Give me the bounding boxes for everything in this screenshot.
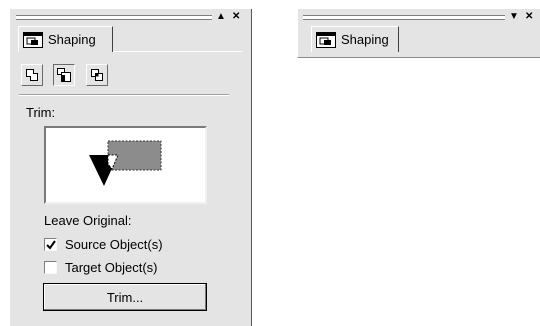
weld-button[interactable]	[21, 64, 43, 86]
docker-drag-handle[interactable]	[303, 15, 505, 20]
trim-preview-graphic	[89, 140, 162, 186]
shaping-docker-icon	[316, 31, 336, 48]
shaping-docker-collapsed: ▼ ✕ Shaping	[297, 9, 540, 58]
shaping-docker-expanded: ▲ ✕ Shaping Trim: Leave Original: Source…	[9, 9, 252, 326]
docker-drag-handle[interactable]	[16, 15, 212, 20]
checkmark-icon	[46, 240, 56, 250]
separator-line	[19, 94, 229, 96]
trim-apply-button[interactable]: Trim...	[43, 283, 207, 311]
intersect-button[interactable]	[86, 64, 108, 86]
source-objects-checkbox[interactable]	[44, 238, 57, 251]
section-label: Trim:	[26, 105, 56, 120]
tab-shaping[interactable]: Shaping	[311, 26, 399, 52]
screenshot-stage: ▲ ✕ Shaping Trim: Leave Original: Source…	[0, 0, 540, 326]
target-objects-checkbox[interactable]	[44, 261, 57, 274]
tab-label: Shaping	[341, 32, 389, 47]
expand-arrow-icon[interactable]: ▼	[509, 12, 519, 22]
trim-icon	[57, 68, 71, 82]
intersect-icon	[91, 69, 103, 81]
tab-label: Shaping	[48, 32, 96, 47]
collapse-arrow-icon[interactable]: ▲	[216, 12, 226, 22]
shaping-docker-icon	[23, 31, 43, 48]
leave-original-label: Leave Original:	[44, 213, 132, 228]
trim-preview	[44, 126, 207, 204]
tab-strip-edge	[113, 51, 242, 52]
target-objects-label: Target Object(s)	[65, 260, 158, 275]
close-icon[interactable]: ✕	[232, 12, 240, 22]
trim-button[interactable]	[53, 64, 75, 86]
close-icon[interactable]: ✕	[525, 12, 533, 22]
source-objects-label: Source Object(s)	[65, 237, 163, 252]
tab-shaping[interactable]: Shaping	[18, 26, 113, 52]
weld-icon	[26, 69, 38, 81]
